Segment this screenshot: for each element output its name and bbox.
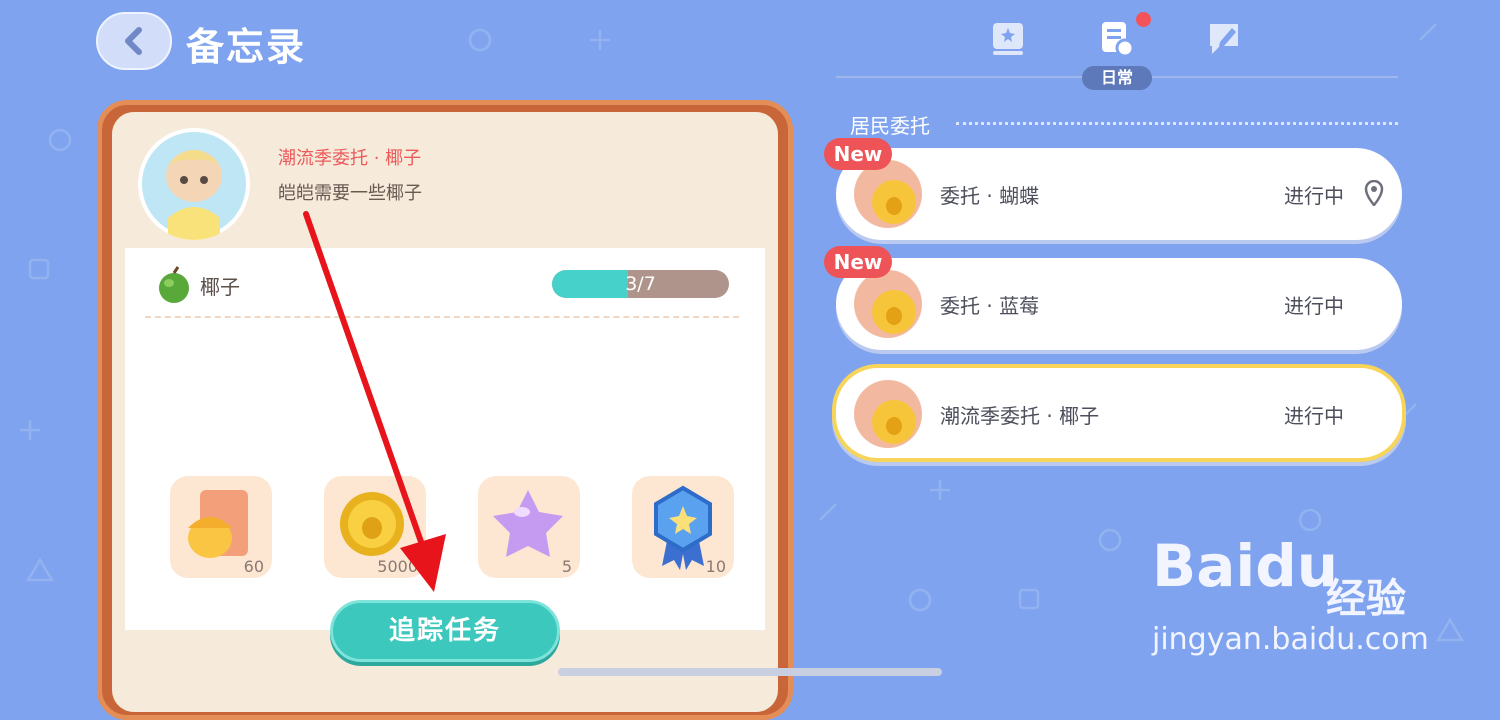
watermark-cn: 经验: [1326, 576, 1406, 622]
watermark-logo: Baidu: [1152, 532, 1339, 600]
home-indicator[interactable]: [558, 668, 942, 676]
watermark-url: jingyan.baidu.com: [1152, 622, 1429, 657]
